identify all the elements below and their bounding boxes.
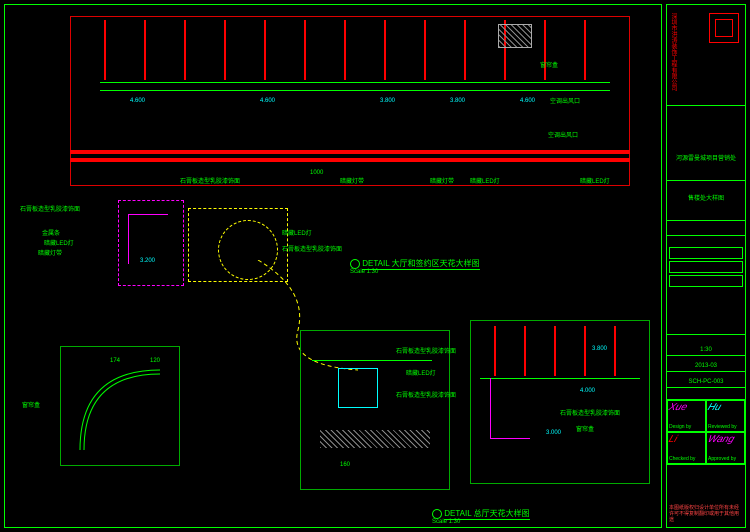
left-profile (128, 214, 168, 215)
joist (104, 20, 106, 80)
bc-ann-1: 石膏板造型乳胶漆饰面 (396, 346, 456, 355)
tb-scale: 1:30 (667, 345, 745, 356)
br-line (480, 378, 640, 379)
ann-left-4: 暗藏灯带 (38, 248, 62, 257)
elev-4: 3.800 (450, 98, 465, 104)
main-title-text: DETAIL 大厅和签约区天花大样图 (362, 259, 479, 270)
br-drop2 (490, 438, 530, 439)
company-name: 深圳市洪涛装饰工程有限公司 (669, 13, 678, 103)
sig-3-label: Checked by (669, 456, 704, 462)
br-detail-frame (470, 320, 650, 484)
callout-gyp: 石膏板造型乳胶漆饰面 (282, 244, 342, 253)
bl-dim-1: 174 (110, 358, 120, 364)
br-joist (494, 326, 496, 376)
sig-2-label: Reviewed by (708, 424, 743, 430)
tb-date: 2013-03 (667, 361, 745, 372)
ac-vent (498, 24, 532, 48)
sig-1: Xue (667, 402, 706, 413)
joist (424, 20, 426, 80)
company-logo (709, 13, 739, 43)
elev-3: 3.800 (380, 98, 395, 104)
beam-top (70, 150, 630, 154)
br-ann-2: 窗帘盒 (576, 424, 594, 433)
bc-profile (312, 360, 432, 361)
br-joist (584, 326, 586, 376)
bc-dim-1: 160 (340, 462, 350, 468)
tb-disclaimer: 本图纸版权归设计单位所有未经许可不得复制翻印或用于其他用途 (669, 505, 743, 523)
elev-5: 4.600 (520, 98, 535, 104)
ann-led-1: 暗藏LED灯 (580, 176, 610, 185)
joist (304, 20, 306, 80)
ann-left-2: 金属条 (42, 228, 60, 237)
br-elev-1: 3.800 (592, 346, 607, 352)
sig-3: Li (667, 434, 706, 445)
sig-4: Wang (706, 434, 745, 445)
bc-ann-2: 暗藏LED灯 (406, 368, 436, 377)
ann-gyp-1: 石膏板造型乳胶漆饰面 (180, 176, 240, 185)
ann-ac-1: 空调出风口 (550, 96, 580, 105)
left-profile (128, 214, 129, 264)
tb-sheet: 售楼处大样图 (667, 191, 745, 221)
bc-hatch (320, 430, 430, 448)
ceiling-line (100, 90, 610, 91)
joist (224, 20, 226, 80)
callout-led: 暗藏LED灯 (282, 228, 312, 237)
elev-left: 3.200 (140, 258, 155, 264)
sig-2: Hu (706, 402, 745, 413)
sig-1-label: Design by (669, 424, 704, 430)
ann-left-1: 石膏板造型乳胶漆饰面 (20, 204, 80, 213)
br-drop (490, 378, 491, 438)
tb-dwgno: SCH-PC-003 (667, 377, 745, 388)
ann-strip-2: 暗藏灯带 (340, 176, 364, 185)
joist (544, 20, 546, 80)
sig-4-label: Approved by (708, 456, 743, 462)
joist (144, 20, 146, 80)
dim-1000: 1000 (310, 170, 323, 176)
bl-arc (70, 360, 170, 460)
bl-ann: 窗帘盒 (22, 400, 40, 409)
br-elev-2: 4.000 (580, 388, 595, 394)
joist (384, 20, 386, 80)
br-ann-1: 石膏板造型乳胶漆饰面 (560, 408, 620, 417)
tb-project: 河源雷曼城项目营销处 (667, 151, 745, 181)
joist (344, 20, 346, 80)
br-joist (554, 326, 556, 376)
bl-dim-2: 120 (150, 358, 160, 364)
elev-1: 4.600 (130, 98, 145, 104)
br-detail-title: DETAIL 总厅天花大样图 Scale 1:30 (432, 508, 530, 525)
joist (264, 20, 266, 80)
joist (184, 20, 186, 80)
beam-bot (70, 158, 630, 162)
bc-ann-3: 石膏板造型乳胶漆饰面 (396, 390, 456, 399)
ann-led-2: 暗藏LED灯 (470, 176, 500, 185)
ann-curtain-box: 窗帘盒 (540, 60, 558, 69)
br-joist (524, 326, 526, 376)
elev-2: 4.600 (260, 98, 275, 104)
ann-ac-2: 空调出风口 (548, 130, 578, 139)
titleblock: 深圳市洪涛装饰工程有限公司 河源雷曼城项目营销处 售楼处大样图 1:30 201… (666, 4, 746, 528)
ann-left-3: 暗藏LED灯 (44, 238, 74, 247)
ceiling-line (100, 82, 610, 83)
ann-strip-1: 暗藏灯带 (430, 176, 454, 185)
bc-frame (338, 368, 378, 408)
br-elev-3: 3.000 (546, 430, 561, 436)
br-joist (614, 326, 616, 376)
joist (464, 20, 466, 80)
joist (584, 20, 586, 80)
